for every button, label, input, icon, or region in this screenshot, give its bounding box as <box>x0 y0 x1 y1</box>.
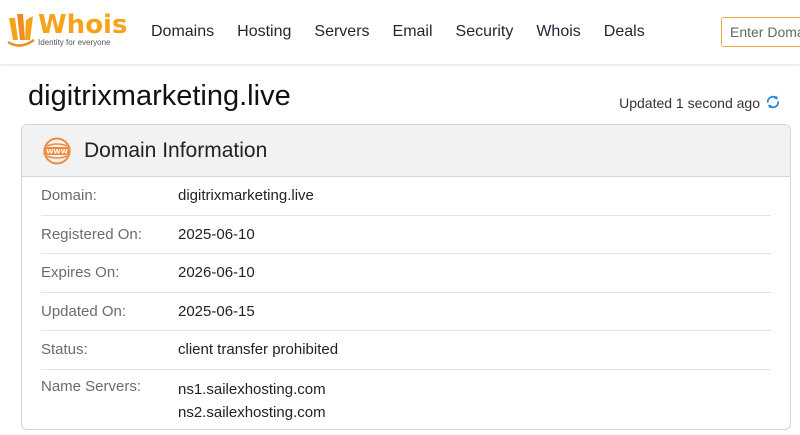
page-title: digitrixmarketing.live <box>28 80 291 112</box>
row-value: digitrixmarketing.live <box>178 187 314 205</box>
top-navbar: Whois Identity for everyone Domains Host… <box>0 0 800 64</box>
info-row-nameservers: Name Servers: ns1.sailexhosting.com ns2.… <box>41 370 771 424</box>
row-label: Expires On: <box>41 264 120 282</box>
info-row-expires: Expires On: 2026-06-10 <box>41 254 771 293</box>
updated-text: Updated 1 second ago <box>619 95 760 111</box>
row-label: Registered On: <box>41 225 142 243</box>
menu-item-security[interactable]: Security <box>456 23 514 41</box>
logo-tagline: Identity for everyone <box>38 38 111 47</box>
refresh-icon[interactable] <box>764 93 782 111</box>
site-logo[interactable]: Whois Identity for everyone <box>6 10 127 54</box>
nameserver-item: ns1.sailexhosting.com <box>178 380 326 398</box>
row-label: Status: <box>41 341 88 359</box>
nameserver-item: ns2.sailexhosting.com <box>178 403 326 421</box>
nameserver-list: ns1.sailexhosting.com ns2.sailexhosting.… <box>178 378 326 424</box>
menu-item-servers[interactable]: Servers <box>314 23 369 41</box>
info-row-updated: Updated On: 2025-06-15 <box>41 293 771 331</box>
row-value: 2025-06-10 <box>178 225 255 243</box>
svg-text:WWW: WWW <box>46 147 68 155</box>
info-rows: Domain: digitrixmarketing.live Registere… <box>22 177 790 424</box>
menu-item-domains[interactable]: Domains <box>151 23 214 41</box>
info-row-status: Status: client transfer prohibited <box>41 331 771 370</box>
updated-status: Updated 1 second ago <box>619 95 760 111</box>
domain-information-card: WWW Domain Information Domain: digitrixm… <box>21 124 791 430</box>
row-value: client transfer prohibited <box>178 341 339 359</box>
row-value: 2026-06-10 <box>178 264 255 282</box>
row-label: Domain: <box>41 187 97 205</box>
whois-logo-icon <box>7 14 35 47</box>
menu-item-email[interactable]: Email <box>393 23 433 41</box>
www-globe-icon: WWW <box>43 137 71 164</box>
card-title: Domain Information <box>84 138 268 162</box>
logo-wordmark: Whois <box>38 10 128 40</box>
menu-item-whois[interactable]: Whois <box>536 23 580 41</box>
info-row-domain: Domain: digitrixmarketing.live <box>41 177 771 216</box>
menu-item-deals[interactable]: Deals <box>604 23 645 41</box>
menu-item-hosting[interactable]: Hosting <box>237 23 291 41</box>
domain-search-input[interactable] <box>721 17 800 47</box>
row-value: 2025-06-15 <box>178 302 255 320</box>
row-label: Updated On: <box>41 302 127 320</box>
card-header: WWW Domain Information <box>22 125 790 177</box>
row-label: Name Servers: <box>41 377 142 395</box>
main-menu: Domains Hosting Servers Email Security W… <box>151 0 645 64</box>
info-row-registered: Registered On: 2025-06-10 <box>41 216 771 254</box>
